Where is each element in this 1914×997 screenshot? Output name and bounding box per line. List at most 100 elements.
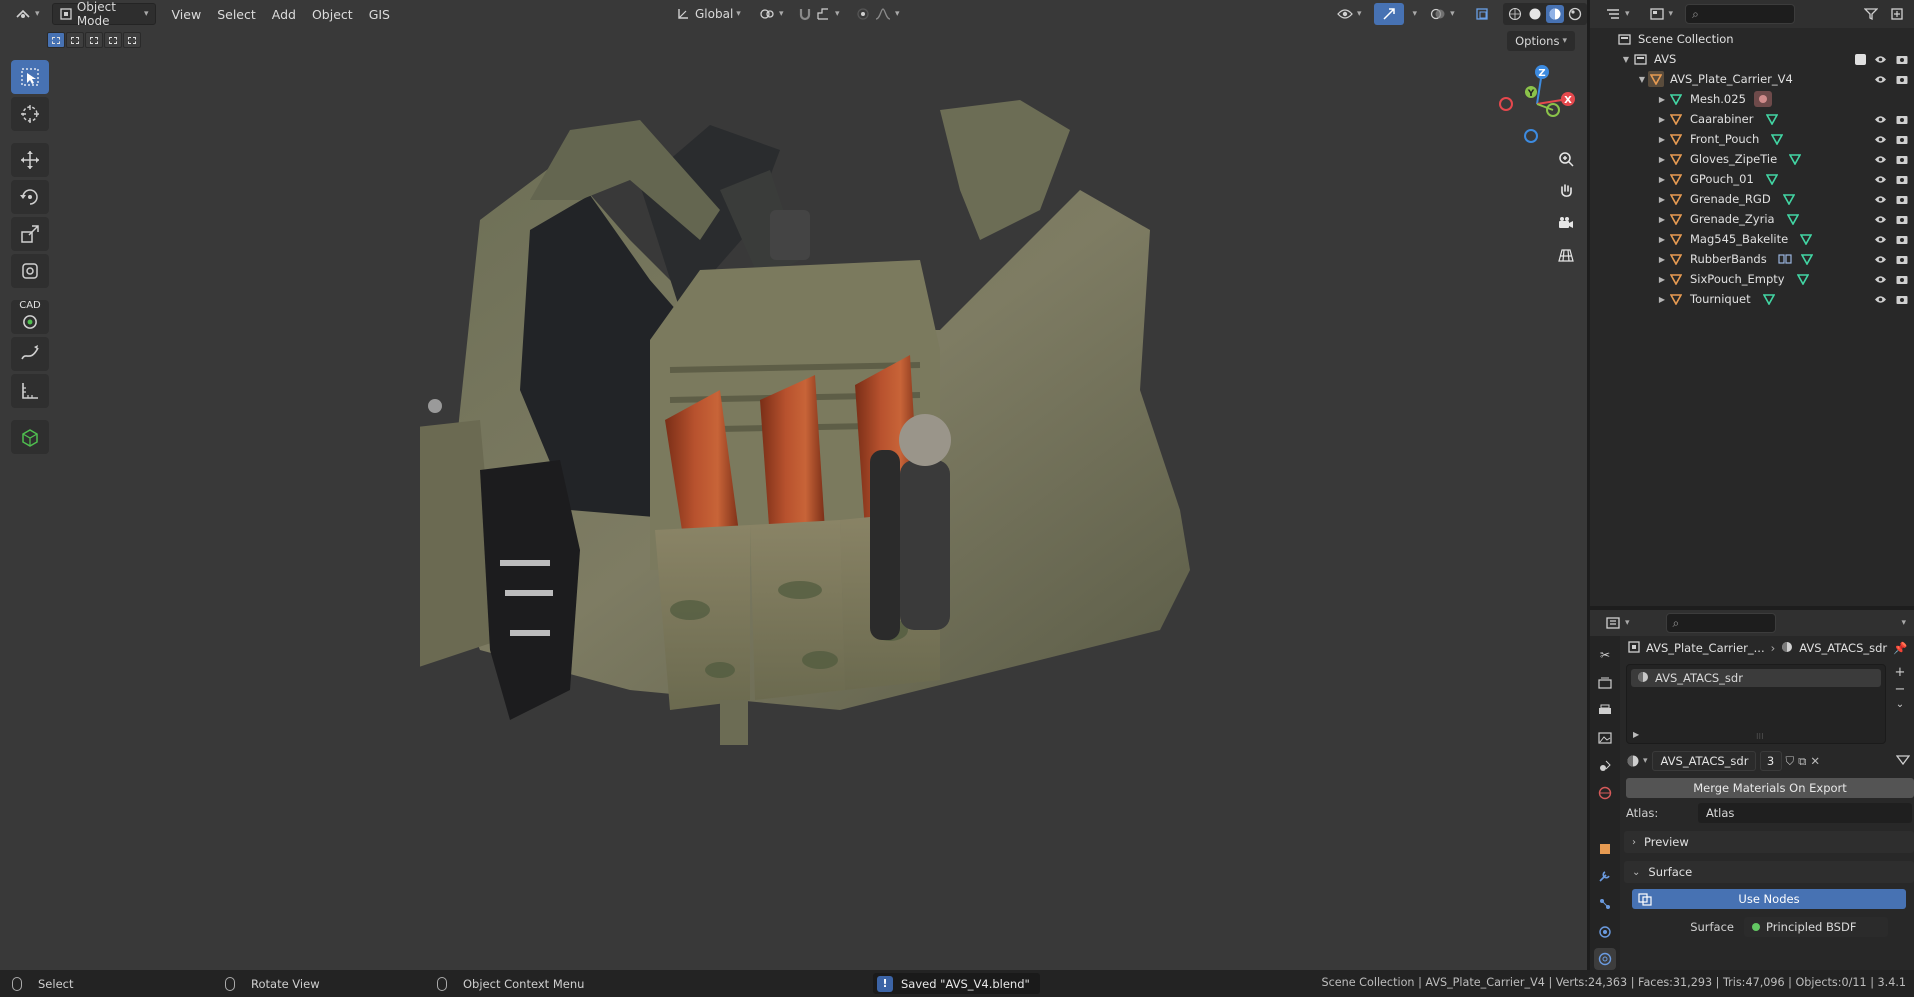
display-mode-dropdown[interactable]: ▾: [1642, 3, 1680, 25]
slot-specials-icon[interactable]: ⌄: [1896, 699, 1904, 710]
transform-tool[interactable]: [11, 254, 49, 288]
plate-carrier-model[interactable]: [420, 90, 1220, 910]
eye-icon[interactable]: [1874, 114, 1887, 125]
gizmo-neg-x[interactable]: [1499, 97, 1513, 111]
add-slot-icon[interactable]: +: [1895, 665, 1906, 680]
camera-render-icon[interactable]: [1895, 234, 1908, 245]
expand-arrow-icon[interactable]: ▼: [1620, 55, 1632, 64]
eye-icon[interactable]: [1874, 154, 1887, 165]
checkbox-icon[interactable]: [1855, 53, 1866, 65]
eye-icon[interactable]: [1874, 234, 1887, 245]
tab-particles[interactable]: [1594, 893, 1616, 915]
tree-row-scene-collection[interactable]: Scene Collection: [1590, 29, 1914, 49]
mode-dropdown[interactable]: Object Mode ▾: [51, 0, 156, 28]
tree-row-child[interactable]: ▶ Gloves_ZipeTie: [1590, 149, 1914, 169]
user-count-badge[interactable]: 3: [1759, 751, 1782, 771]
expand-arrow-icon[interactable]: ▶: [1656, 215, 1668, 224]
resize-handle-icon[interactable]: ⁝⁝⁝: [1756, 732, 1764, 741]
menu-object[interactable]: Object: [304, 3, 361, 25]
material-shading-icon[interactable]: [1545, 5, 1564, 23]
merge-materials-button[interactable]: Merge Materials On Export: [1626, 778, 1914, 798]
falloff-dropdown[interactable]: ▾: [868, 3, 906, 25]
expand-arrow-icon[interactable]: ▶: [1656, 175, 1668, 184]
expand-arrow-icon[interactable]: ▶: [1656, 195, 1668, 204]
options-dropdown[interactable]: Options ▾: [1507, 31, 1575, 51]
measure-tool[interactable]: [11, 374, 49, 408]
duplicate-icon[interactable]: ⧉: [1798, 754, 1806, 769]
atlas-input[interactable]: Atlas: [1698, 803, 1912, 823]
scale-tool[interactable]: [11, 217, 49, 251]
tab-modifiers[interactable]: [1594, 865, 1616, 887]
pin-icon[interactable]: 📌: [1893, 641, 1907, 655]
tab-tool[interactable]: ✂: [1594, 644, 1616, 666]
expand-arrow-icon[interactable]: ▶: [1656, 295, 1668, 304]
gizmo-toggle[interactable]: [1373, 3, 1404, 25]
close-icon[interactable]: ✕: [1810, 754, 1820, 768]
eye-icon[interactable]: [1874, 194, 1887, 205]
preview-panel-header[interactable]: › Preview: [1624, 831, 1914, 853]
camera-render-icon[interactable]: [1895, 194, 1908, 205]
eye-icon[interactable]: [1874, 74, 1887, 85]
select-box-tool[interactable]: [11, 60, 49, 94]
camera-render-icon[interactable]: [1895, 174, 1908, 185]
fake-user-shield-icon[interactable]: ⛉: [1786, 754, 1795, 769]
select-subtract-icon[interactable]: [85, 32, 103, 48]
zoom-button[interactable]: [1553, 146, 1579, 172]
tab-material[interactable]: [1594, 948, 1616, 971]
select-extend-icon[interactable]: [66, 32, 84, 48]
material-slot-list[interactable]: AVS_ATACS_sdr ▶ ⁝⁝⁝ + − ⌄: [1626, 664, 1905, 744]
tree-row-child[interactable]: ▶ Mag545_Bakelite: [1590, 229, 1914, 249]
pan-button[interactable]: [1553, 178, 1579, 204]
add-cube-tool[interactable]: [11, 420, 49, 454]
move-tool[interactable]: [11, 143, 49, 177]
tab-render[interactable]: [1594, 672, 1616, 694]
solid-shading-icon[interactable]: [1526, 5, 1544, 23]
overlays-toggle[interactable]: ▾: [1423, 3, 1461, 25]
material-slot-item[interactable]: AVS_ATACS_sdr: [1631, 669, 1881, 687]
tree-row-avs-collection[interactable]: ▼ AVS: [1590, 49, 1914, 69]
editor-type-button[interactable]: ▾: [8, 3, 46, 25]
chevron-down-icon[interactable]: ▾: [1901, 618, 1906, 628]
camera-render-icon[interactable]: [1895, 134, 1908, 145]
menu-view[interactable]: View: [164, 3, 210, 25]
navigation-gizmo[interactable]: Z X Y: [1495, 62, 1580, 147]
surface-panel-header[interactable]: ⌄ Surface: [1624, 861, 1914, 883]
expand-arrow-icon[interactable]: ▶: [1656, 95, 1668, 104]
camera-render-icon[interactable]: [1895, 274, 1908, 285]
eye-icon[interactable]: [1874, 134, 1887, 145]
browse-material-icon[interactable]: ▾: [1626, 754, 1648, 768]
camera-view-button[interactable]: [1553, 210, 1579, 236]
snap-target-dropdown[interactable]: ▾: [808, 3, 846, 25]
visibility-dropdown[interactable]: ▾: [1330, 3, 1368, 25]
expand-arrow-icon[interactable]: ▼: [1636, 75, 1648, 84]
eye-icon[interactable]: [1874, 214, 1887, 225]
cad-tool[interactable]: CAD: [11, 300, 49, 334]
outliner-editor-type[interactable]: ▾: [1598, 3, 1636, 25]
camera-render-icon[interactable]: [1895, 154, 1908, 165]
tree-row-child[interactable]: ▶ Tourniquet: [1590, 289, 1914, 309]
chevron-down-icon[interactable]: ▾: [1413, 9, 1418, 19]
filter-icon[interactable]: [1862, 5, 1880, 23]
expand-arrow-icon[interactable]: ▶: [1656, 115, 1668, 124]
camera-render-icon[interactable]: [1895, 214, 1908, 225]
collapse-arrow-icon[interactable]: ▶: [1633, 730, 1639, 739]
select-intersect-icon[interactable]: [123, 32, 141, 48]
camera-render-icon[interactable]: [1895, 54, 1908, 65]
tree-row-child[interactable]: ▶ Mesh.025: [1590, 89, 1914, 109]
transform-orientation-dropdown[interactable]: Global ▾: [668, 3, 747, 25]
tree-row-child[interactable]: ▶ Caarabiner: [1590, 109, 1914, 129]
rotate-tool[interactable]: [11, 180, 49, 214]
select-new-icon[interactable]: [47, 32, 65, 48]
camera-render-icon[interactable]: [1895, 74, 1908, 85]
wireframe-shading-icon[interactable]: [1506, 5, 1524, 23]
tab-collection[interactable]: [1594, 810, 1616, 832]
properties-search-input[interactable]: ⌕: [1665, 613, 1776, 633]
eye-icon[interactable]: [1874, 274, 1887, 285]
eye-icon[interactable]: [1874, 254, 1887, 265]
camera-render-icon[interactable]: [1895, 294, 1908, 305]
tab-object[interactable]: [1594, 838, 1616, 860]
tab-scene[interactable]: [1594, 755, 1616, 777]
menu-gis[interactable]: GIS: [361, 3, 398, 25]
use-nodes-button[interactable]: Use Nodes: [1632, 889, 1906, 909]
link-dropdown-icon[interactable]: [1895, 754, 1911, 769]
